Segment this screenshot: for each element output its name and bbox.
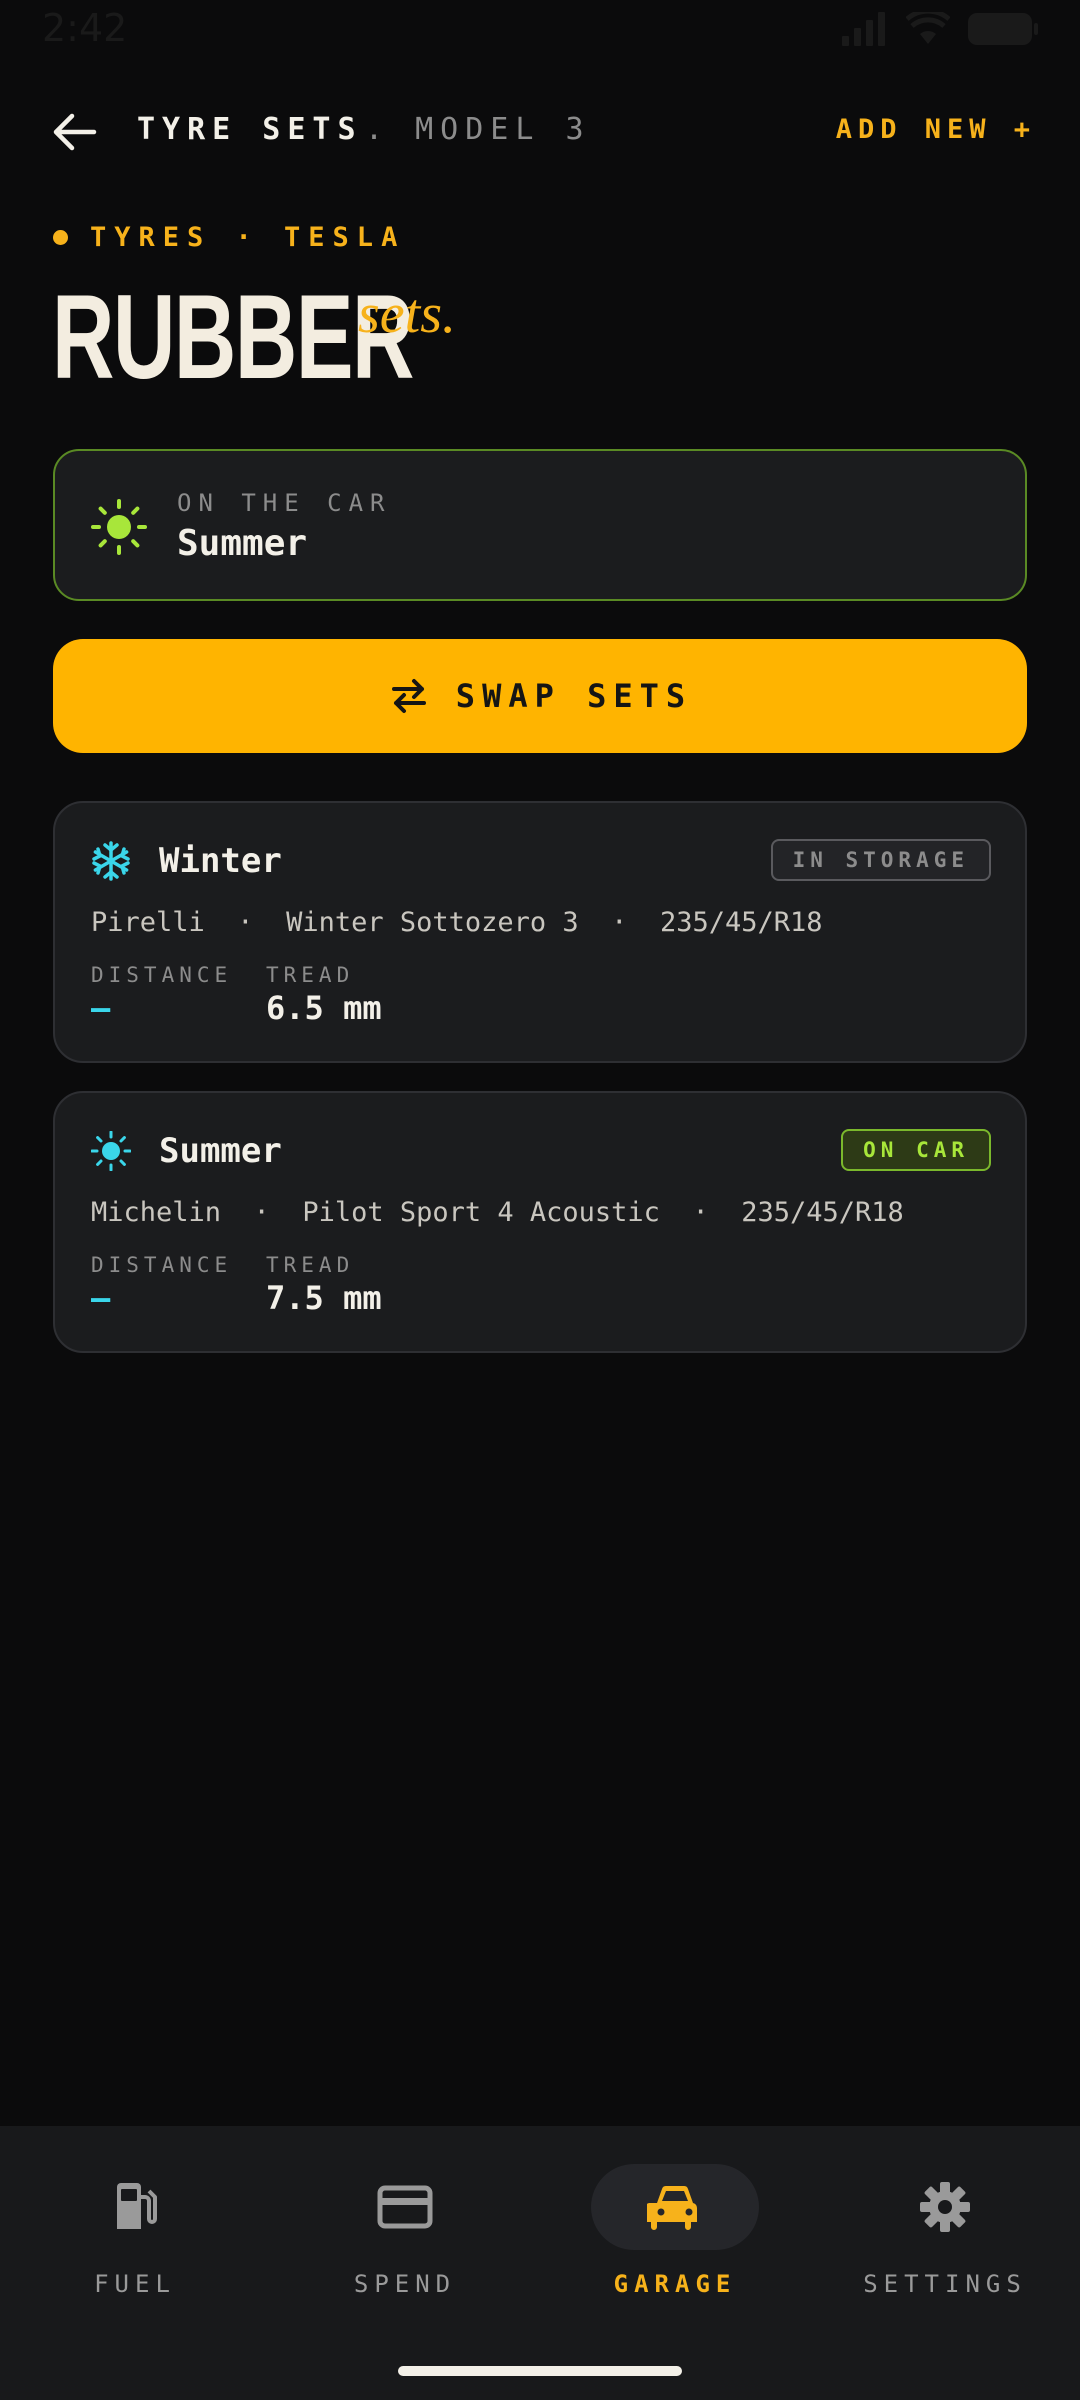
nav-icon-container — [861, 2164, 1029, 2250]
distance-value: — — [91, 989, 111, 1027]
status-badge: ON CAR — [841, 1129, 991, 1171]
nav-item-garage[interactable]: GARAGE — [540, 2126, 810, 2326]
page-subtitle-model: . MODEL 3 — [365, 112, 591, 147]
bottom-navigation: FUEL SPEND GARAGE SETTINGS — [0, 2126, 1080, 2400]
eyebrow-dot — [53, 230, 68, 245]
nav-icon-container — [321, 2164, 489, 2250]
fuel-pump-icon — [117, 2183, 157, 2229]
gear-icon — [920, 2182, 970, 2232]
car-icon — [647, 2185, 698, 2230]
signal-icon — [842, 12, 885, 46]
on-the-car-value: Summer — [177, 523, 308, 564]
distance-value: — — [91, 1279, 111, 1317]
section-eyebrow: TYRES · TESLA — [53, 222, 405, 253]
tread-value: 7.5 mm — [266, 1279, 382, 1317]
snowflake-icon — [92, 841, 130, 881]
status-bar: 2:42 — [0, 0, 1080, 60]
battery-icon — [968, 13, 1038, 45]
status-time: 2:42 — [42, 6, 128, 50]
on-the-car-card: ON THE CAR Summer — [53, 449, 1027, 601]
wifi-icon — [906, 12, 950, 44]
status-icons — [842, 12, 1038, 46]
tread-label: TREAD — [266, 963, 355, 987]
nav-icon-container — [51, 2164, 219, 2250]
nav-item-spend[interactable]: SPEND — [270, 2126, 540, 2326]
status-badge: IN STORAGE — [770, 839, 991, 881]
distance-label: DISTANCE — [91, 963, 233, 987]
on-the-car-label: ON THE CAR — [177, 489, 392, 517]
nav-label: SPEND — [353, 2270, 457, 2298]
page-title: TYRE SETS — [137, 112, 363, 147]
top-header: TYRE SETS . MODEL 3 ADD NEW + — [0, 100, 1080, 164]
hero-italic: sets. — [358, 283, 456, 345]
swap-sets-button[interactable]: SWAP SETS — [53, 639, 1027, 753]
sun-icon — [91, 1131, 131, 1171]
tyre-set-name: Winter — [159, 841, 282, 881]
nav-item-fuel[interactable]: FUEL — [0, 2126, 270, 2326]
tread-value: 6.5 mm — [266, 989, 382, 1027]
credit-card-icon — [377, 2185, 433, 2229]
nav-label: SETTINGS — [863, 2270, 1027, 2298]
nav-item-settings[interactable]: SETTINGS — [810, 2126, 1080, 2326]
home-indicator[interactable] — [398, 2366, 682, 2376]
tyre-set-card-winter[interactable]: Winter IN STORAGE Pirelli · Winter Sotto… — [53, 801, 1027, 1063]
tread-label: TREAD — [266, 1253, 355, 1277]
add-new-button[interactable]: ADD NEW + — [836, 114, 1036, 145]
distance-label: DISTANCE — [91, 1253, 233, 1277]
nav-label: GARAGE — [613, 2270, 737, 2298]
sun-icon — [91, 499, 147, 555]
tyre-set-name: Summer — [159, 1131, 282, 1171]
nav-icon-container — [591, 2164, 759, 2250]
eyebrow-label: TYRES · TESLA — [90, 222, 406, 253]
back-button[interactable] — [50, 108, 98, 156]
tyre-set-spec: Michelin · Pilot Sport 4 Acoustic · 235/… — [91, 1197, 904, 1228]
tyre-set-card-summer[interactable]: Summer ON CAR Michelin · Pilot Sport 4 A… — [53, 1091, 1027, 1353]
nav-label: FUEL — [94, 2270, 176, 2298]
tyre-sets-screen: 2:42 TYRE SETS . MODEL 3 ADD NEW + TYRES… — [0, 0, 1080, 2400]
tyre-set-spec: Pirelli · Winter Sottozero 3 · 235/45/R1… — [91, 907, 823, 938]
arrow-left-icon — [53, 113, 97, 151]
swap-sets-label: SWAP SETS — [455, 677, 693, 715]
swap-arrows-icon — [391, 679, 426, 713]
